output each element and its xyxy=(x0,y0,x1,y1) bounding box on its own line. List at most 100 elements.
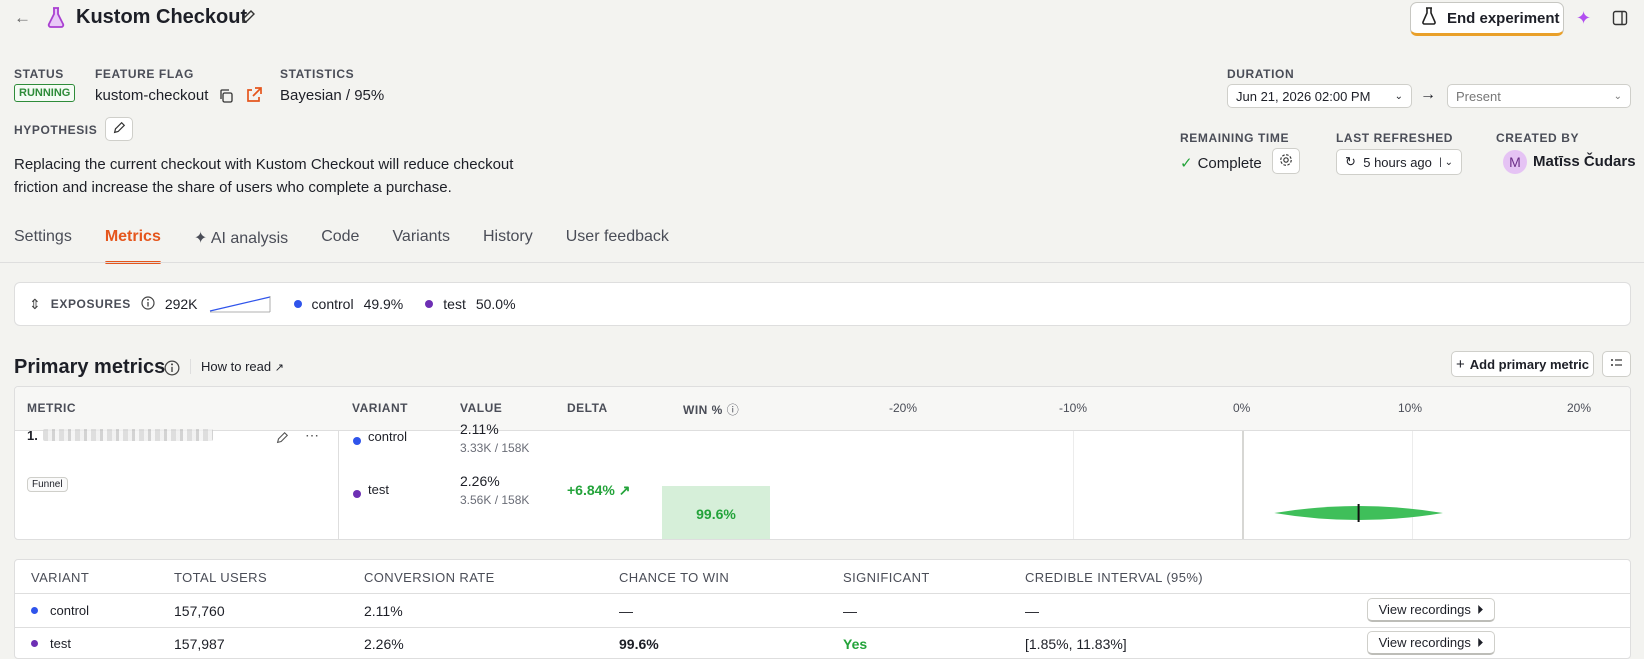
exposures-label: EXPOSURES xyxy=(50,297,131,311)
remaining-time-value: ✓ Complete xyxy=(1180,154,1262,173)
remaining-time-label: REMAINING TIME xyxy=(1180,131,1290,145)
results-test-variant: test xyxy=(50,636,71,651)
expand-collapse-icon[interactable]: ⇕ xyxy=(29,296,41,313)
control-dot xyxy=(293,300,302,308)
row-divider xyxy=(15,627,1630,628)
view-recordings-test-button[interactable]: View recordings ⏵ xyxy=(1367,631,1495,655)
results-control-rate: 2.11% xyxy=(364,603,403,619)
tab-user-feedback[interactable]: User feedback xyxy=(566,228,669,264)
results-header: VARIANT TOTAL USERS CONVERSION RATE CHAN… xyxy=(15,560,1630,594)
exposures-control-pct: 49.9% xyxy=(363,296,404,312)
results-control-interval: — xyxy=(1025,603,1039,619)
col-variant: VARIANT xyxy=(31,570,90,585)
info-icon[interactable] xyxy=(164,360,180,379)
results-control-significant: — xyxy=(843,603,857,619)
refresh-select[interactable]: ↻ 5 hours ago | ⌄ xyxy=(1336,149,1462,175)
view-recordings-label: View recordings xyxy=(1378,602,1471,617)
results-control-users: 157,760 xyxy=(174,603,225,619)
info-icon[interactable] xyxy=(141,295,155,313)
tabs-divider xyxy=(0,262,1644,263)
tab-metrics[interactable]: Metrics xyxy=(104,228,161,264)
play-icon: ⏵ xyxy=(1476,634,1484,650)
tab-ai-analysis[interactable]: ✦ AI analysis xyxy=(194,228,288,264)
hypothesis-label: HYPOTHESIS xyxy=(14,123,98,137)
side-panel-icon[interactable] xyxy=(1612,10,1628,29)
primary-metrics-table: METRIC VARIANT VALUE DELTA WIN % ⓘ -20% … xyxy=(14,386,1631,540)
external-link-icon: ↗ xyxy=(274,362,284,374)
chevron-down-icon: ⌄ xyxy=(1394,90,1403,102)
tab-settings[interactable]: Settings xyxy=(14,228,72,264)
metric-list-view-button[interactable] xyxy=(1602,351,1631,377)
duration-end-select[interactable]: Present ⌄ xyxy=(1447,84,1631,108)
results-table: VARIANT TOTAL USERS CONVERSION RATE CHAN… xyxy=(14,559,1631,659)
exposures-test-name: test xyxy=(443,296,466,312)
remaining-settings-button[interactable] xyxy=(1272,148,1300,174)
edit-title-icon[interactable] xyxy=(240,9,256,28)
avatar: M xyxy=(1503,150,1527,174)
status-badge: RUNNING xyxy=(14,84,76,102)
tab-code[interactable]: Code xyxy=(321,228,359,264)
pencil-icon xyxy=(112,121,126,138)
list-icon xyxy=(1610,356,1624,372)
tab-ai-analysis-label: AI analysis xyxy=(210,230,289,247)
page-title: Kustom Checkout xyxy=(76,6,248,28)
col-chance-to-win: CHANCE TO WIN xyxy=(619,570,730,585)
duration-end-value: Present xyxy=(1456,88,1501,104)
hypothesis-text: Replacing the current checkout with Kust… xyxy=(14,156,514,196)
statistics-value: Bayesian / 95% xyxy=(280,87,385,104)
refresh-value: 5 hours ago xyxy=(1363,154,1432,170)
how-to-read-label: How to read xyxy=(201,359,272,374)
back-arrow-icon[interactable]: ← xyxy=(14,8,31,28)
results-test-users: 157,987 xyxy=(174,636,225,652)
sparkle-icon: ✦ xyxy=(193,230,211,247)
tab-history[interactable]: History xyxy=(483,228,533,264)
chevron-down-icon: ⌄ xyxy=(1613,90,1622,102)
duration-label: DURATION xyxy=(1227,67,1295,81)
primary-metrics-title: Primary metrics xyxy=(14,356,166,378)
gear-icon xyxy=(1279,153,1293,170)
check-icon: ✓ xyxy=(1180,155,1193,172)
exposures-total: 292K xyxy=(164,296,198,312)
feature-flag-link[interactable]: kustom-checkout xyxy=(95,87,208,104)
exposures-test-pct: 50.0% xyxy=(475,296,516,312)
add-primary-metric-button[interactable]: + Add primary metric xyxy=(1451,351,1594,377)
play-icon: ⏵ xyxy=(1476,601,1484,617)
refresh-icon: ↻ xyxy=(1345,154,1356,169)
status-label: STATUS xyxy=(14,67,64,81)
exposures-bar[interactable]: ⇕ EXPOSURES 292K control 49.9% test 50.0… xyxy=(14,282,1631,326)
results-test-interval: [1.85%, 11.83%] xyxy=(1025,636,1127,652)
col-credible-interval: CREDIBLE INTERVAL (95%) xyxy=(1025,570,1204,585)
feature-flag-label: FEATURE FLAG xyxy=(95,67,194,81)
add-primary-metric-label: Add primary metric xyxy=(1469,356,1589,372)
test-dot xyxy=(425,300,434,308)
end-experiment-label: End experiment xyxy=(1447,9,1560,27)
col-significant: SIGNIFICANT xyxy=(843,570,930,585)
arrow-right-icon: → xyxy=(1420,86,1436,103)
end-experiment-button[interactable]: End experiment xyxy=(1410,2,1564,36)
results-dot-control xyxy=(31,601,38,617)
edit-hypothesis-button[interactable] xyxy=(105,117,133,141)
creator-name[interactable]: Matīss Čudars xyxy=(1533,153,1636,170)
last-refreshed-label: LAST REFRESHED xyxy=(1336,131,1454,145)
results-test-rate: 2.26% xyxy=(364,636,404,652)
col-conversion-rate: CONVERSION RATE xyxy=(364,570,495,585)
how-to-read-link[interactable]: How to read ↗ xyxy=(190,359,284,374)
remaining-time-text: Complete xyxy=(1197,154,1262,172)
view-recordings-control-button[interactable]: View recordings ⏵ xyxy=(1367,598,1495,622)
plus-icon: + xyxy=(1456,355,1465,373)
statistics-label: STATISTICS xyxy=(280,67,355,81)
created-by-label: CREATED BY xyxy=(1496,131,1580,145)
results-control-chance: — xyxy=(619,603,633,619)
copy-icon[interactable] xyxy=(218,88,234,107)
results-dot-test xyxy=(31,634,38,650)
tab-variants[interactable]: Variants xyxy=(392,228,450,264)
sparkle-ai-icon[interactable]: ✦ xyxy=(1576,8,1591,29)
duration-start-select[interactable]: Jun 21, 2026 02:00 PM ⌄ xyxy=(1227,84,1412,108)
tab-bar: Settings Metrics ✦ AI analysis Code Vari… xyxy=(14,228,702,264)
results-test-significant: Yes xyxy=(843,636,868,652)
col-total-users: TOTAL USERS xyxy=(174,570,268,585)
external-link-icon[interactable] xyxy=(246,86,263,106)
exposures-sparkline xyxy=(208,293,272,316)
credible-interval-violin xyxy=(1274,504,1443,522)
results-test-chance: 99.6% xyxy=(619,636,659,652)
